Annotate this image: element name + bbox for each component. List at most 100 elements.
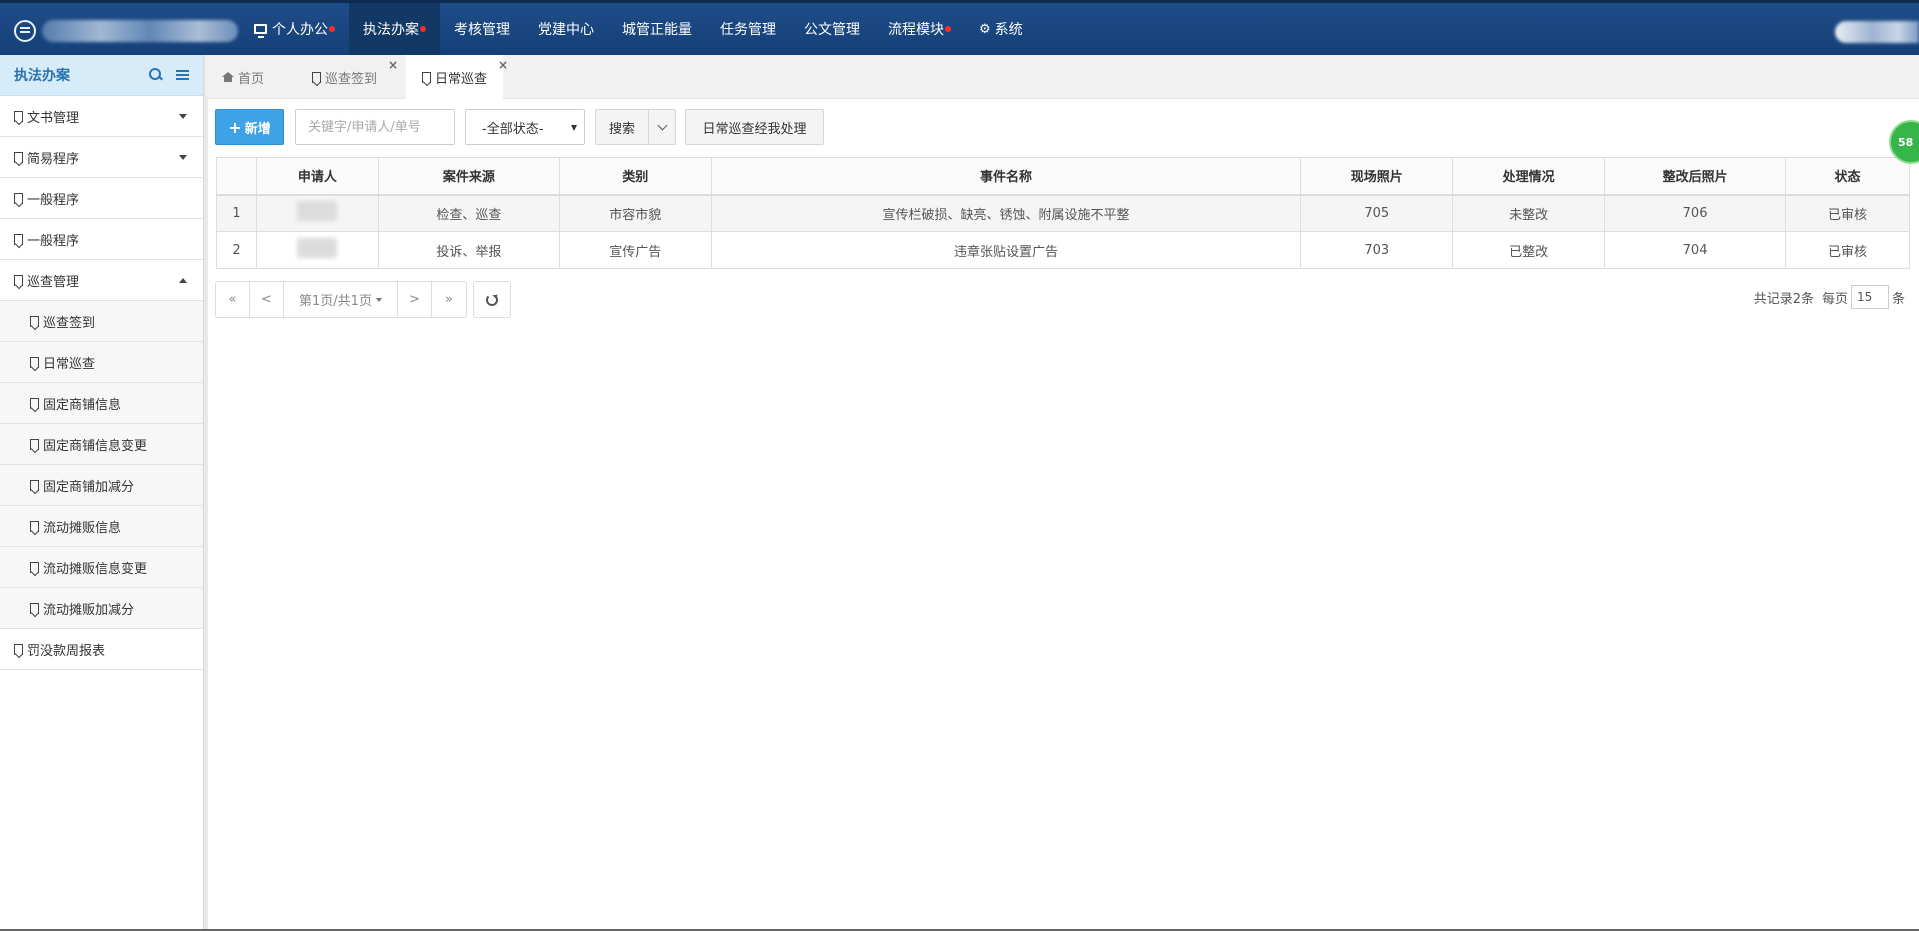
nav-assessment[interactable]: 考核管理 bbox=[440, 3, 524, 55]
category-cell: 市容市貌 bbox=[558, 194, 712, 232]
patrol-table: 申请人 案件来源 类别 事件名称 现场照片 处理情况 整改后照片 状态 1 检查… bbox=[216, 157, 1910, 269]
sidebar-item-simple-procedure[interactable]: 简易程序 bbox=[0, 137, 203, 178]
category-cell: 宣传广告 bbox=[558, 231, 712, 269]
sidebar-subitem-patrol-checkin[interactable]: 巡查签到 bbox=[0, 301, 203, 342]
bookmark-icon bbox=[14, 192, 23, 204]
tab-daily-patrol[interactable]: 日常巡查 bbox=[406, 55, 504, 100]
close-icon[interactable]: × bbox=[498, 58, 508, 72]
home-icon bbox=[222, 71, 234, 82]
nav-label: 系统 bbox=[994, 22, 1023, 38]
add-button-label: 新增 bbox=[244, 121, 271, 137]
last-page-button[interactable]: » bbox=[432, 282, 466, 317]
page-info: 第1页/共1页 bbox=[299, 294, 372, 309]
sidebar-item-document-management[interactable]: 文书管理 bbox=[0, 96, 203, 137]
bookmark-icon bbox=[30, 561, 39, 573]
bookmark-icon bbox=[14, 151, 23, 163]
column-header[interactable]: 现场照片 bbox=[1300, 157, 1454, 196]
nav-label: 流程模块 bbox=[888, 22, 944, 38]
search-dropdown-toggle[interactable] bbox=[648, 109, 676, 145]
sidebar-item-patrol-management[interactable]: 巡查管理 bbox=[0, 260, 203, 301]
sidebar-item-label: 罚没款周报表 bbox=[27, 643, 106, 659]
column-header[interactable]: 案件来源 bbox=[377, 157, 560, 196]
row-index: 1 bbox=[216, 194, 257, 232]
sidebar-item-label: 固定商铺加减分 bbox=[43, 479, 135, 495]
handling-cell: 未整改 bbox=[1452, 194, 1606, 232]
badge-text: 58 bbox=[1898, 135, 1914, 149]
nav-workflow[interactable]: 流程模块 bbox=[874, 3, 965, 55]
sidebar-subitem-vendor-info[interactable]: 流动摊贩信息 bbox=[0, 506, 203, 547]
sidebar-subitem-vendor-points[interactable]: 流动摊贩加减分 bbox=[0, 588, 203, 629]
column-header[interactable]: 类别 bbox=[558, 157, 712, 196]
after-photo-cell[interactable]: 706 bbox=[1604, 194, 1787, 232]
sidebar-item-label: 日常巡查 bbox=[43, 356, 96, 372]
sidebar-item-label: 固定商铺信息变更 bbox=[43, 438, 148, 454]
search-input[interactable] bbox=[295, 109, 455, 145]
refresh-button[interactable] bbox=[473, 281, 511, 318]
sidebar-subitem-vendor-change[interactable]: 流动摊贩信息变更 bbox=[0, 547, 203, 588]
nav-task-management[interactable]: 任务管理 bbox=[706, 3, 790, 55]
menu-icon[interactable] bbox=[176, 74, 189, 76]
bookmark-icon bbox=[14, 110, 23, 122]
tab-patrol-checkin[interactable]: 巡查签到 bbox=[296, 55, 393, 99]
photo-cell[interactable]: 703 bbox=[1300, 231, 1454, 269]
caret-up-icon bbox=[179, 278, 187, 283]
nav-party-center[interactable]: 党建中心 bbox=[524, 3, 608, 55]
sidebar-header: 执法办案 bbox=[0, 55, 203, 96]
refresh-icon bbox=[486, 293, 498, 306]
handling-cell: 已整改 bbox=[1452, 231, 1606, 269]
column-header[interactable]: 处理情况 bbox=[1452, 157, 1606, 196]
column-header[interactable]: 事件名称 bbox=[710, 157, 1302, 196]
event-cell: 违章张贴设置广告 bbox=[710, 231, 1302, 269]
add-button[interactable]: + 新增 bbox=[215, 109, 284, 145]
caret-down-icon bbox=[179, 114, 187, 119]
column-header[interactable]: 状态 bbox=[1785, 157, 1910, 196]
search-icon[interactable] bbox=[148, 67, 164, 83]
close-icon[interactable]: × bbox=[388, 58, 398, 72]
first-page-button[interactable]: « bbox=[216, 282, 250, 317]
nav-system[interactable]: ⚙ 系统 bbox=[965, 3, 1037, 55]
chevron-down-icon bbox=[657, 120, 667, 130]
nav-law-enforcement[interactable]: 执法办案 bbox=[349, 3, 440, 55]
next-page-button[interactable]: > bbox=[398, 282, 432, 317]
after-photo-cell[interactable]: 704 bbox=[1604, 231, 1787, 269]
table-row[interactable]: 2 投诉、举报 宣传广告 违章张贴设置广告 703 已整改 704 已审核 bbox=[216, 231, 1910, 269]
search-button[interactable]: 搜索 bbox=[595, 109, 649, 145]
sidebar-subitem-fixed-shop-points[interactable]: 固定商铺加减分 bbox=[0, 465, 203, 506]
per-page-unit: 条 bbox=[1891, 291, 1905, 307]
nav-label: 公文管理 bbox=[804, 22, 860, 38]
status-select[interactable]: -全部状态- bbox=[465, 109, 585, 145]
table-row[interactable]: 1 检查、巡查 市容市貌 宣传栏破损、缺亮、锈蚀、附属设施不平整 705 未整改… bbox=[216, 194, 1910, 232]
nav-label: 任务管理 bbox=[720, 22, 776, 38]
total-records: 共记录2条 bbox=[1753, 291, 1814, 307]
column-header[interactable]: 申请人 bbox=[255, 157, 379, 196]
handled-by-me-button[interactable]: 日常巡查经我处理 bbox=[685, 109, 824, 145]
plus-icon: + bbox=[228, 117, 242, 137]
per-page-input[interactable] bbox=[1850, 285, 1889, 309]
sidebar-subitem-fixed-shop-change[interactable]: 固定商铺信息变更 bbox=[0, 424, 203, 465]
sidebar-subitem-daily-patrol[interactable]: 日常巡查 bbox=[0, 342, 203, 383]
notification-dot bbox=[945, 26, 951, 32]
sidebar-item-label: 固定商铺信息 bbox=[43, 397, 122, 413]
sidebar-subitem-fixed-shop-info[interactable]: 固定商铺信息 bbox=[0, 383, 203, 424]
page-select[interactable]: 第1页/共1页 bbox=[284, 282, 398, 317]
source-cell: 检查、巡查 bbox=[377, 194, 560, 232]
chat-icon[interactable] bbox=[14, 20, 36, 42]
user-avatar-blurred[interactable] bbox=[1835, 21, 1919, 43]
tab-home[interactable]: 首页 bbox=[206, 55, 280, 99]
bookmark-icon bbox=[14, 274, 23, 286]
nav-personal-office[interactable]: 个人办公 bbox=[240, 3, 349, 55]
nav-label: 个人办公 bbox=[272, 22, 328, 38]
sidebar-item-general-procedure[interactable]: 一般程序 bbox=[0, 178, 203, 219]
app-logo-blurred bbox=[42, 20, 238, 42]
column-header[interactable]: 整改后照片 bbox=[1604, 157, 1787, 196]
nav-positive-energy[interactable]: 城管正能量 bbox=[608, 3, 706, 55]
caret-down-icon bbox=[375, 297, 382, 302]
sidebar-item-label: 一般程序 bbox=[27, 233, 80, 249]
nav-document-management[interactable]: 公文管理 bbox=[790, 3, 874, 55]
prev-page-button[interactable]: < bbox=[250, 282, 284, 317]
caret-down-icon bbox=[179, 155, 187, 160]
photo-cell[interactable]: 705 bbox=[1300, 194, 1454, 232]
sidebar-item-general-procedure-2[interactable]: 一般程序 bbox=[0, 219, 203, 260]
status-select-value: -全部状态- bbox=[482, 121, 544, 137]
sidebar-item-fine-weekly-report[interactable]: 罚没款周报表 bbox=[0, 629, 203, 670]
